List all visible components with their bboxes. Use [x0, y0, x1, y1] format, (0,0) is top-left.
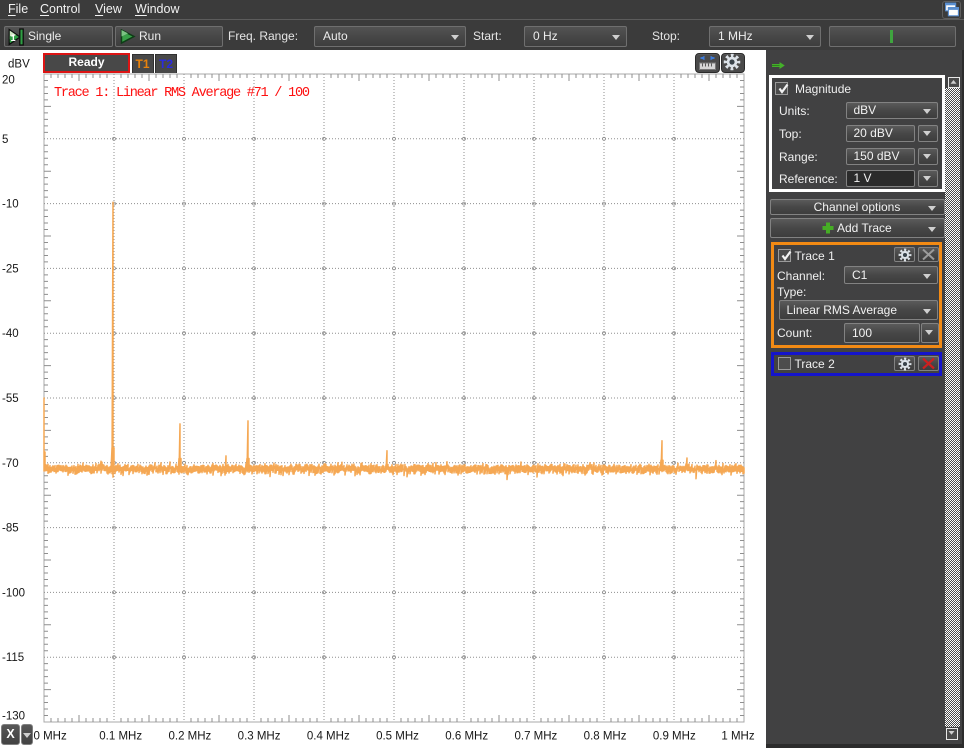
svg-text:-25: -25 — [2, 263, 19, 275]
svg-text:0.1 MHz: 0.1 MHz — [99, 731, 142, 743]
svg-text:20: 20 — [2, 75, 15, 87]
svg-text:1 MHz: 1 MHz — [721, 731, 754, 743]
svg-text:-10: -10 — [2, 199, 19, 211]
svg-text:0.4 MHz: 0.4 MHz — [307, 731, 350, 743]
svg-text:0 MHz: 0 MHz — [34, 731, 67, 743]
svg-text:0.8 MHz: 0.8 MHz — [584, 731, 627, 743]
svg-text:-115: -115 — [2, 652, 24, 664]
svg-text:0.9 MHz: 0.9 MHz — [653, 731, 696, 743]
svg-text:0.2 MHz: 0.2 MHz — [168, 731, 211, 743]
svg-text:0.6 MHz: 0.6 MHz — [445, 731, 488, 743]
svg-text:Trace 1: Linear RMS Average #7: Trace 1: Linear RMS Average #71 / 100 — [54, 86, 310, 101]
svg-text:-100: -100 — [2, 587, 25, 599]
svg-text:-55: -55 — [2, 393, 19, 405]
svg-text:0.7 MHz: 0.7 MHz — [514, 731, 557, 743]
svg-text:dBV: dBV — [8, 59, 30, 71]
svg-text:-40: -40 — [2, 328, 19, 340]
svg-text:0.3 MHz: 0.3 MHz — [238, 731, 281, 743]
svg-text:-85: -85 — [2, 523, 19, 535]
svg-text:-130: -130 — [2, 711, 25, 723]
svg-text:5: 5 — [2, 134, 8, 146]
svg-text:-70: -70 — [2, 458, 19, 470]
svg-text:1: 1 — [11, 33, 16, 43]
svg-text:0.5 MHz: 0.5 MHz — [376, 731, 419, 743]
